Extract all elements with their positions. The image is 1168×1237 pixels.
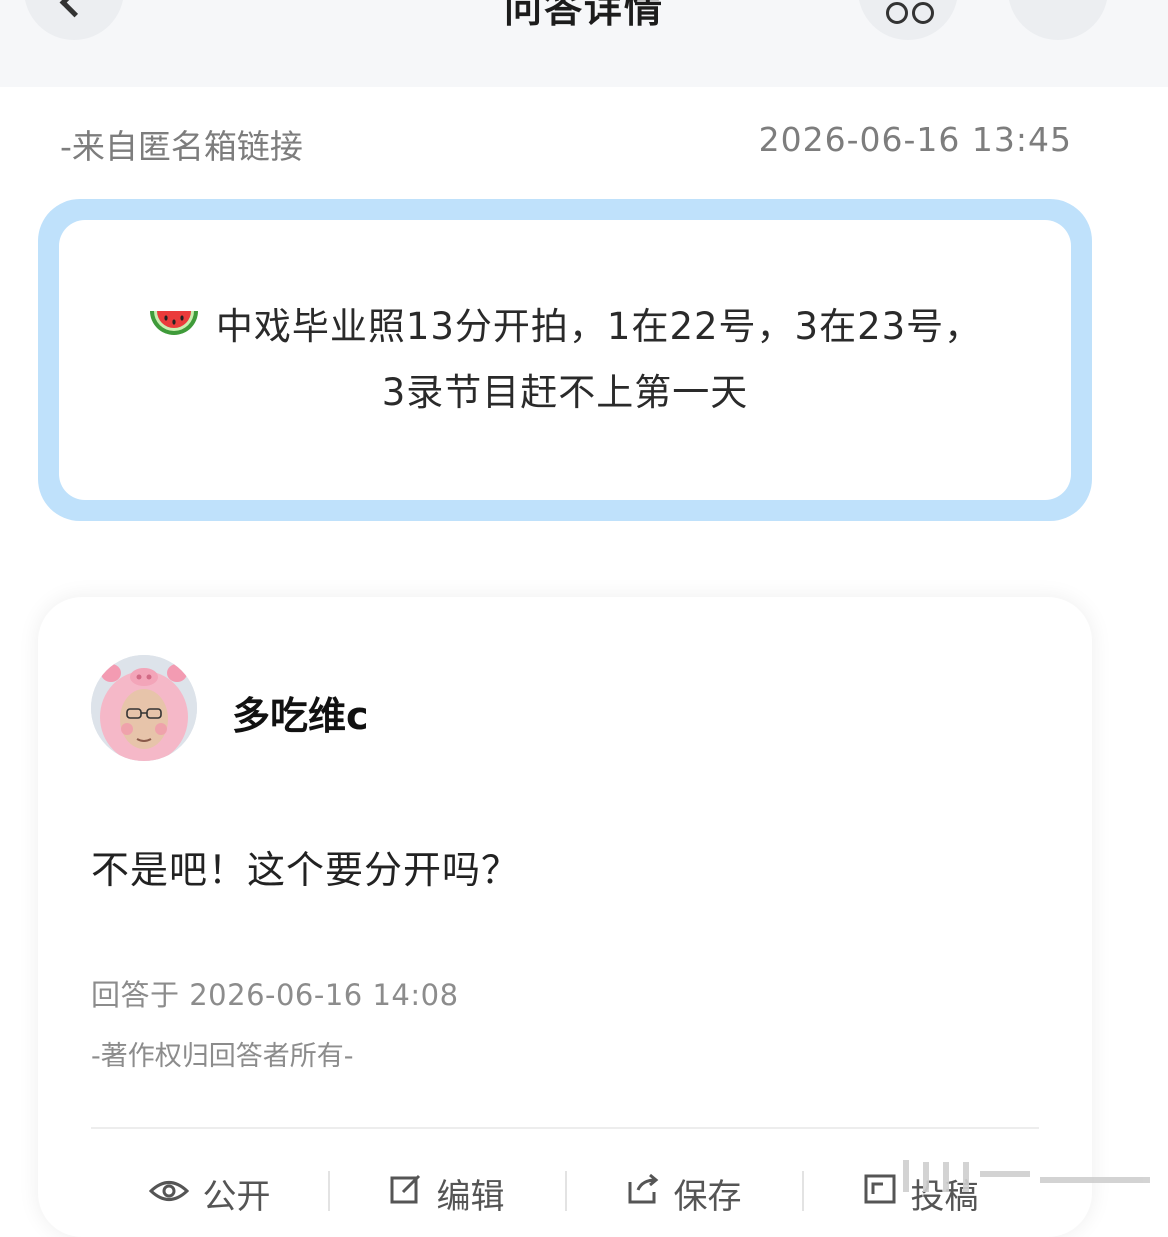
question-card: 中戏毕业照13分开拍，1在22号，3在23号， 3录节目赶不上第一天 — [38, 199, 1092, 521]
question-card-inner: 中戏毕业照13分开拍，1在22号，3在23号， 3录节目赶不上第一天 — [59, 220, 1071, 500]
save-icon — [626, 1172, 660, 1215]
answer-text: 不是吧！这个要分开吗？ — [91, 848, 521, 892]
question-line-1: 中戏毕业照13分开拍，1在22号，3在23号， — [215, 305, 983, 348]
question-text: 中戏毕业照13分开拍，1在22号，3在23号， 3录节目赶不上第一天 — [148, 297, 982, 423]
divider — [91, 1127, 1039, 1129]
answerer-name: 多吃维c — [232, 694, 369, 738]
watermark — [880, 1150, 1160, 1200]
edit-button[interactable]: 编辑 — [328, 1163, 565, 1223]
page-title: 问答详情 — [503, 0, 664, 31]
more-button[interactable] — [1008, 0, 1108, 40]
public-label: 公开 — [202, 1176, 271, 1217]
top-nav-bar: 问答详情 — [0, 0, 1168, 87]
question-timestamp: 2026-06-16 13:45 — [758, 120, 1072, 159]
edit-label: 编辑 — [436, 1176, 505, 1217]
view-mode-button[interactable] — [858, 0, 958, 40]
eye-icon — [148, 1173, 189, 1213]
question-line-2: 3录节目赶不上第一天 — [381, 371, 749, 414]
save-button[interactable]: 保存 — [565, 1163, 802, 1223]
glasses-icon — [886, 2, 908, 24]
avatar[interactable] — [91, 655, 197, 761]
question-source: -来自匿名箱链接 — [60, 127, 303, 166]
edit-icon — [389, 1172, 423, 1215]
copyright-notice: -著作权归回答者所有- — [91, 1041, 354, 1072]
save-label: 保存 — [673, 1176, 742, 1217]
watermelon-icon — [148, 303, 200, 363]
glasses-icon-lens — [912, 2, 934, 24]
answer-card: 多吃维c 不是吧！这个要分开吗？ 回答于 2026-06-16 14:08 -著… — [38, 597, 1092, 1237]
public-button[interactable]: 公开 — [91, 1163, 328, 1223]
answer-timestamp: 回答于 2026-06-16 14:08 — [91, 978, 459, 1012]
